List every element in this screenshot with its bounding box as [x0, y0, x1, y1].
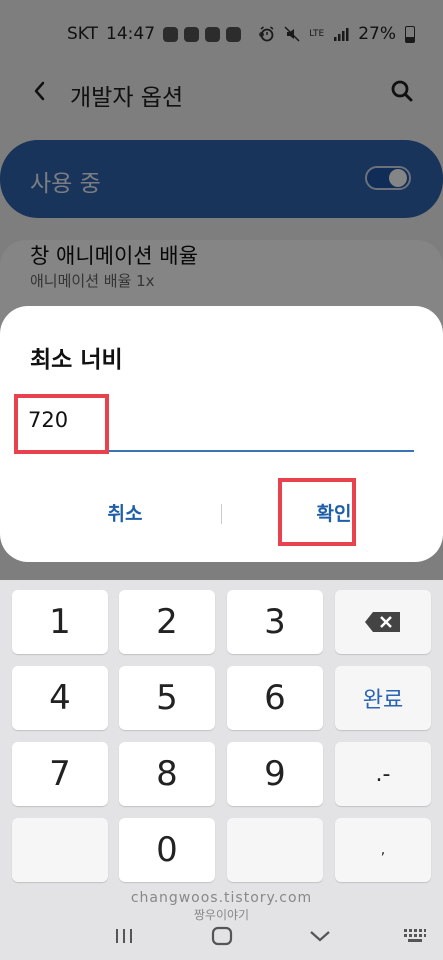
input-value[interactable]: 720	[28, 408, 68, 432]
key-9[interactable]: 9	[227, 742, 323, 806]
key-7[interactable]: 7	[12, 742, 108, 806]
key-5[interactable]: 5	[119, 666, 215, 730]
key-4[interactable]: 4	[12, 666, 108, 730]
chevron-down-icon	[310, 931, 330, 942]
input-underline	[28, 450, 414, 452]
recent-apps-button[interactable]	[104, 918, 144, 954]
backspace-icon	[365, 612, 400, 632]
keyboard-icon	[404, 929, 426, 942]
dialog-title: 최소 너비	[30, 347, 123, 373]
empty-key	[12, 818, 108, 882]
key-1[interactable]: 1	[12, 590, 108, 654]
blank-key	[227, 818, 323, 882]
home-button[interactable]	[202, 918, 242, 954]
key-8[interactable]: 8	[119, 742, 215, 806]
min-width-input[interactable]: 720	[14, 392, 414, 452]
done-key[interactable]: 완료	[335, 666, 431, 730]
cancel-button[interactable]: 취소	[60, 496, 190, 532]
home-icon	[211, 926, 233, 946]
key-0[interactable]: 0	[119, 818, 215, 882]
punctuation-key[interactable]: .-	[335, 742, 431, 806]
comma-key[interactable]: ,	[335, 818, 431, 882]
key-2[interactable]: 2	[119, 590, 215, 654]
hide-keyboard-button[interactable]	[300, 918, 340, 954]
keyboard-switch-button[interactable]	[395, 918, 435, 954]
backspace-key[interactable]	[335, 590, 431, 654]
navigation-bar	[0, 910, 443, 960]
watermark-url: changwoos.tistory.com	[130, 890, 313, 906]
ok-button[interactable]: 확인	[284, 496, 384, 532]
min-width-dialog: 최소 너비 720 취소 확인	[0, 306, 443, 562]
key-6[interactable]: 6	[227, 666, 323, 730]
key-3[interactable]: 3	[227, 590, 323, 654]
recent-apps-icon	[116, 929, 132, 943]
button-divider	[221, 504, 222, 524]
